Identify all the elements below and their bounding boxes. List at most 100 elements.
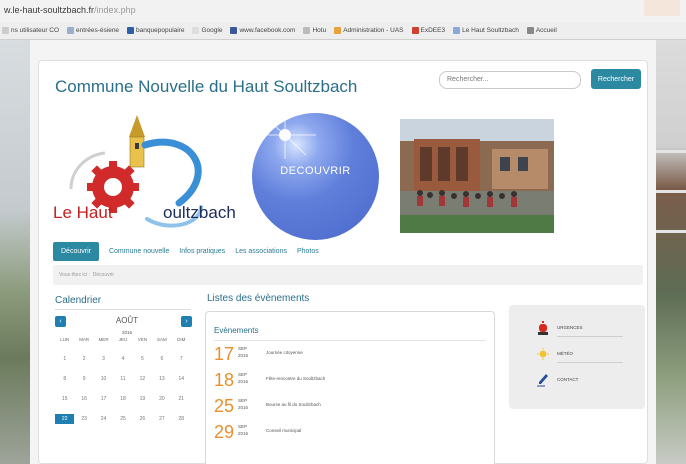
discover-label: DECOUVRIR (280, 165, 351, 177)
calendar-day[interactable]: 12 (133, 374, 152, 384)
calendar-day[interactable]: 23 (74, 414, 93, 424)
address-bar[interactable]: w.le-haut-soultzbach.fr/index.php (0, 0, 686, 22)
breadcrumb-prefix: Vous êtes ici : (59, 272, 90, 278)
calendar-day[interactable]: 28 (172, 414, 191, 424)
bookmark-administration[interactable]: Administration - UAS (334, 27, 404, 34)
quick-link-meteo[interactable]: MÉTÉO (537, 345, 623, 363)
bookmark-le-haut-soultzbach[interactable]: Le Haut Soultzbach (453, 27, 519, 34)
bookmarks-bar: ns utilisateur CO entrées-ésiene banquep… (0, 22, 686, 40)
quick-link-contact[interactable]: CONTACT (537, 371, 623, 389)
url-path: /index.php (94, 5, 136, 15)
calendar-day[interactable]: 11 (113, 374, 132, 384)
calendar-day[interactable]: 25 (113, 414, 132, 424)
calendar-day[interactable]: 24 (94, 414, 113, 424)
quick-link-urgences[interactable]: URGENCES (537, 319, 623, 337)
event-item[interactable]: 25 SEP 2016 Bourse au fil du Soultzbach (214, 396, 486, 420)
sun-icon (537, 348, 549, 360)
event-month: SEP (238, 346, 248, 351)
calendar-day[interactable]: 3 (94, 354, 113, 364)
calendar-day-name: VEN (137, 337, 148, 342)
nav-item-infos-pratiques[interactable]: Infos pratiques (179, 248, 225, 255)
calendar-day-name: SAM (156, 337, 167, 342)
calendar-day[interactable]: 17 (94, 394, 113, 404)
divider (214, 340, 486, 341)
event-item[interactable]: 29 SEP 2016 Conseil municipal (214, 422, 486, 446)
calendar-day[interactable]: 14 (172, 374, 191, 384)
site-icon (453, 27, 461, 34)
events-title: Listes des évènements (207, 293, 310, 304)
calendar-day[interactable]: 27 (152, 414, 171, 424)
page-icon (303, 27, 311, 34)
quick-link-label: MÉTÉO (557, 351, 574, 356)
bookmark-hotu[interactable]: Hotu (303, 27, 326, 34)
event-day: 29 (214, 422, 235, 442)
calendar-day-name: DIM (177, 337, 186, 342)
bookmark-icon (2, 27, 9, 34)
event-year: 2016 (238, 431, 249, 436)
bookmark-google[interactable]: Google (192, 27, 222, 34)
discover-bubble[interactable]: DECOUVRIR (252, 113, 379, 240)
event-day: 18 (214, 370, 235, 390)
calendar-day[interactable]: 19 (133, 394, 152, 404)
calendar-day[interactable]: 7 (172, 354, 191, 364)
calendar-day-name: LUN (60, 337, 70, 342)
bookmark-utilisateur[interactable]: ns utilisateur CO (2, 27, 59, 34)
nav-item-decouvrir[interactable]: Découvrir (53, 241, 99, 261)
calendar-title: Calendrier (55, 295, 102, 306)
breadcrumb-item[interactable]: Découvrir (93, 272, 114, 278)
event-month: SEP (238, 372, 248, 377)
calendar-day[interactable]: 13 (152, 374, 171, 384)
bookmark-accueil[interactable]: Accueil (526, 27, 557, 34)
search-button[interactable]: Rechercher (591, 69, 641, 89)
bookmark-banquepopulaire[interactable]: banquepopulaire (127, 27, 184, 34)
calendar-day[interactable]: 4 (113, 354, 132, 364)
calendar-day[interactable]: 5 (133, 354, 152, 364)
chevron-right-icon: › (185, 318, 188, 325)
logo-text-right: oultzbach (163, 203, 236, 222)
calendar-day[interactable]: 15 (55, 394, 74, 404)
bookmark-entrees[interactable]: entrées-ésiene (67, 27, 119, 34)
nav-item-photos[interactable]: Photos (297, 248, 319, 255)
logo[interactable]: Le Haut oultzbach (51, 111, 241, 243)
calendar-day[interactable]: 9 (74, 374, 93, 384)
events-box-title: Evènements (214, 326, 259, 335)
calendar-day[interactable]: 26 (133, 414, 152, 424)
event-name[interactable]: Bourse au fil du Soultzbach (266, 402, 321, 407)
calendar-prev-button[interactable]: ‹ (55, 316, 66, 327)
calendar-day[interactable]: 1 (55, 354, 74, 364)
calendar-next-button[interactable]: › (181, 316, 192, 327)
calendar-day-today[interactable]: 22 (55, 414, 75, 424)
breadcrumb: Vous êtes ici : Découvrir (53, 265, 643, 285)
calendar-day[interactable]: 21 (172, 394, 191, 404)
browser-tab[interactable] (644, 0, 680, 16)
event-name[interactable]: Journée citoyenne (266, 350, 303, 355)
calendar-day[interactable]: 16 (74, 394, 93, 404)
calendar-day[interactable]: 18 (113, 394, 132, 404)
content-card: Commune Nouvelle du Haut Soultzbach Rech… (38, 60, 648, 464)
nav-item-commune-nouvelle[interactable]: Commune nouvelle (109, 248, 169, 255)
search-input[interactable]: Rechercher... (439, 71, 581, 89)
calendar-day[interactable]: 2 (74, 354, 93, 364)
bookmark-exdee3[interactable]: ExDEE3 (411, 27, 445, 34)
calendar-day[interactable]: 6 (152, 354, 171, 364)
village-photo[interactable] (400, 119, 554, 233)
divider (55, 309, 191, 310)
calendar-day[interactable]: 20 (152, 394, 171, 404)
home-icon (526, 27, 534, 34)
calendar-day[interactable]: 8 (55, 374, 74, 384)
google-icon (192, 27, 200, 34)
event-item[interactable]: 18 SEP 2016 Fête-rencontre du Soultzbach (214, 370, 486, 394)
calendar-day-name: MER (98, 337, 109, 342)
event-month: SEP (238, 398, 248, 403)
event-day: 25 (214, 396, 235, 416)
nav-item-associations[interactable]: Les associations (235, 248, 287, 255)
calendar-month: AOÛT (115, 316, 139, 325)
event-year: 2016 (238, 379, 249, 384)
event-item[interactable]: 17 SEP 2016 Journée citoyenne (214, 344, 486, 368)
site-title[interactable]: Commune Nouvelle du Haut Soultzbach (55, 77, 357, 97)
event-name[interactable]: Conseil municipal (266, 428, 301, 433)
siren-icon (538, 321, 548, 335)
bookmark-facebook[interactable]: www.facebook.com (230, 27, 295, 34)
calendar-day[interactable]: 10 (94, 374, 113, 384)
event-name[interactable]: Fête-rencontre du Soultzbach (266, 376, 325, 381)
